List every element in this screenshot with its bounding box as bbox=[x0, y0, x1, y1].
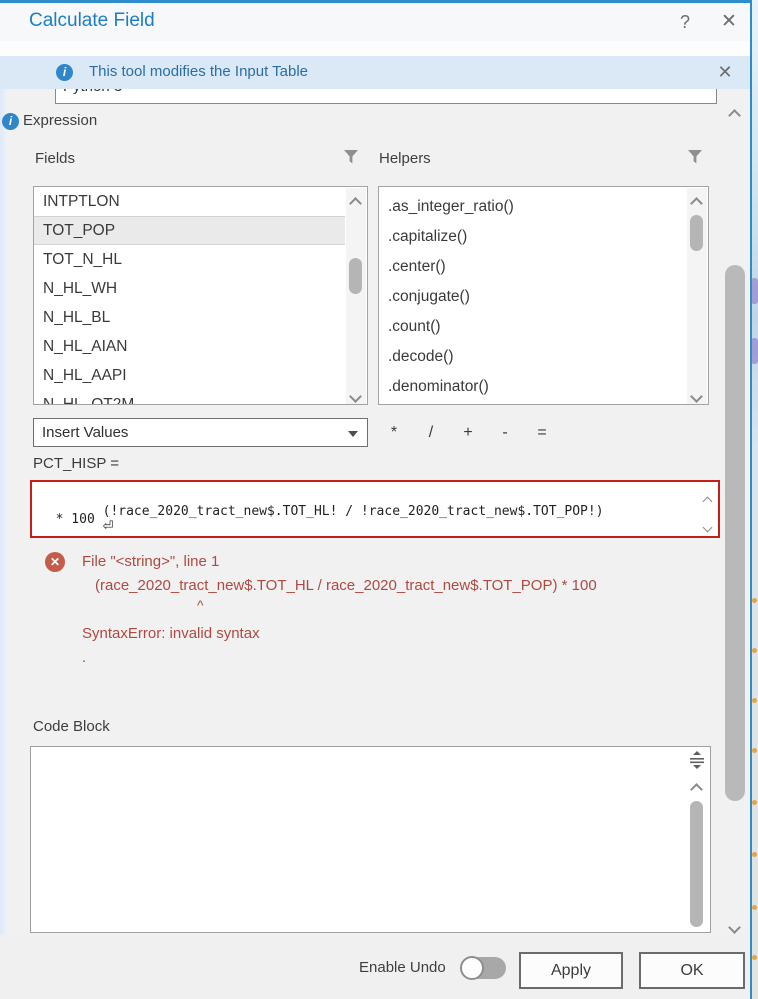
map-feature bbox=[751, 338, 758, 364]
insert-values-label: Insert Values bbox=[42, 424, 128, 441]
pane-scrollbar-thumb[interactable] bbox=[725, 265, 745, 801]
error-trailing-dot: . bbox=[82, 649, 86, 666]
error-code-line: (race_2020_tract_new$.TOT_HL / race_2020… bbox=[95, 577, 597, 594]
field-item[interactable]: INTPTLON bbox=[34, 187, 345, 216]
equals-operator-button[interactable]: = bbox=[531, 422, 553, 444]
code-scrollbar-thumb[interactable] bbox=[690, 801, 703, 927]
code-block-label: Code Block bbox=[33, 718, 110, 735]
left-edge-strip bbox=[0, 89, 7, 935]
title-bar: Calculate Field ? ✕ bbox=[0, 3, 750, 41]
fields-filter-icon[interactable] bbox=[342, 148, 360, 166]
divide-operator-button[interactable]: / bbox=[420, 422, 442, 444]
toggle-knob[interactable] bbox=[460, 956, 484, 980]
plus-operator-button[interactable]: + bbox=[457, 422, 479, 444]
operator-buttons: * / + - = bbox=[383, 422, 553, 444]
field-item[interactable]: N_HL_AAPI bbox=[34, 361, 345, 390]
pane-scrollbar[interactable] bbox=[722, 97, 748, 933]
line-wrap-icon: ⏎ bbox=[103, 519, 114, 534]
error-icon: ✕ bbox=[45, 552, 65, 572]
map-point bbox=[752, 955, 757, 960]
field-item-selected[interactable]: TOT_POP bbox=[34, 216, 345, 245]
resize-handle-icon[interactable] bbox=[687, 750, 707, 770]
expression-input[interactable]: (!race_2020_tract_new$.TOT_HL! / !race_2… bbox=[30, 480, 720, 538]
field-item[interactable]: N_HL_BL bbox=[34, 303, 345, 332]
field-item[interactable]: N_HL_WH bbox=[34, 274, 345, 303]
expression-section-label: Expression bbox=[23, 112, 97, 129]
helpers-label: Helpers bbox=[379, 150, 431, 167]
helper-item[interactable]: .conjugate() bbox=[379, 282, 686, 312]
scroll-down-icon[interactable] bbox=[690, 390, 703, 403]
title-divider bbox=[0, 41, 750, 56]
enable-undo-toggle[interactable] bbox=[461, 957, 506, 979]
map-point bbox=[752, 698, 757, 703]
expression-text-line2: * 100 bbox=[40, 512, 95, 527]
info-icon: i bbox=[56, 64, 73, 81]
map-feature bbox=[751, 278, 758, 304]
scroll-up-icon[interactable] bbox=[690, 197, 703, 210]
map-point bbox=[752, 852, 757, 857]
scroll-up-icon[interactable] bbox=[690, 783, 703, 796]
code-block-input[interactable] bbox=[30, 746, 711, 933]
helper-item[interactable]: .capitalize() bbox=[379, 222, 686, 252]
expression-text-line1: (!race_2020_tract_new$.TOT_HL! / !race_2… bbox=[103, 504, 604, 519]
helpers-scrollbar[interactable] bbox=[687, 188, 707, 405]
helper-item[interactable]: .count() bbox=[379, 312, 686, 342]
expression-language-combo[interactable]: Python 3 bbox=[55, 89, 717, 104]
scroll-down-icon[interactable] bbox=[349, 390, 362, 403]
fields-scrollbar[interactable] bbox=[346, 188, 366, 405]
map-point bbox=[752, 748, 757, 753]
helper-item[interactable]: .center() bbox=[379, 252, 686, 282]
calculate-field-dialog: Calculate Field ? ✕ i This tool modifies… bbox=[0, 0, 752, 999]
map-point bbox=[752, 905, 757, 910]
helper-item[interactable]: .denominator() bbox=[379, 372, 686, 402]
ok-button[interactable]: OK bbox=[639, 952, 745, 989]
helpers-filter-icon[interactable] bbox=[686, 148, 704, 166]
help-icon[interactable]: ? bbox=[672, 9, 698, 35]
dialog-body: Python 3 i Expression Fields Helpers INT… bbox=[0, 89, 750, 935]
minus-operator-button[interactable]: - bbox=[494, 422, 516, 444]
expression-info-icon: i bbox=[2, 113, 19, 130]
helpers-scrollbar-thumb[interactable] bbox=[690, 215, 703, 251]
banner-message: This tool modifies the Input Table bbox=[89, 63, 308, 80]
scroll-up-icon[interactable] bbox=[728, 109, 741, 122]
chevron-down-icon bbox=[348, 431, 358, 437]
apply-button[interactable]: Apply bbox=[519, 952, 623, 989]
helper-item[interactable]: .decode() bbox=[379, 342, 686, 372]
info-banner: i This tool modifies the Input Table ✕ bbox=[0, 56, 750, 89]
fields-scrollbar-thumb[interactable] bbox=[349, 258, 362, 294]
fields-list: INTPTLON TOT_POP TOT_N_HL N_HL_WH N_HL_B… bbox=[33, 186, 368, 405]
scroll-down-icon[interactable] bbox=[728, 921, 741, 934]
fields-label: Fields bbox=[35, 150, 75, 167]
banner-close-icon[interactable]: ✕ bbox=[713, 60, 737, 84]
close-icon[interactable]: ✕ bbox=[716, 9, 742, 35]
expression-language-value: Python 3 bbox=[56, 89, 716, 95]
enable-undo-label: Enable Undo bbox=[359, 959, 446, 976]
field-item[interactable]: N_HL_AIAN bbox=[34, 332, 345, 361]
insert-values-dropdown[interactable]: Insert Values bbox=[33, 418, 368, 447]
scroll-up-icon[interactable] bbox=[349, 197, 362, 210]
assignment-target-label: PCT_HISP = bbox=[33, 455, 119, 472]
field-item-partial[interactable]: N_HL_OT2M bbox=[34, 390, 345, 405]
multiply-operator-button[interactable]: * bbox=[383, 422, 405, 444]
helpers-list: .as_integer_ratio() .capitalize() .cente… bbox=[378, 186, 709, 405]
field-item[interactable]: TOT_N_HL bbox=[34, 245, 345, 274]
code-block-scrollbar[interactable] bbox=[687, 773, 707, 931]
map-point bbox=[752, 598, 757, 603]
map-point bbox=[752, 800, 757, 805]
dialog-title: Calculate Field bbox=[29, 10, 155, 32]
footer-bar: Enable Undo Apply OK bbox=[0, 935, 750, 999]
error-syntax-message: SyntaxError: invalid syntax bbox=[82, 625, 260, 642]
error-file-line: File "<string>", line 1 bbox=[82, 553, 219, 570]
error-caret: ^ bbox=[197, 597, 204, 613]
helper-item-partial[interactable]: .encode() bbox=[379, 402, 686, 405]
map-point bbox=[752, 648, 757, 653]
helper-item[interactable]: .as_integer_ratio() bbox=[379, 192, 686, 222]
scroll-down-icon[interactable] bbox=[703, 523, 713, 533]
scroll-up-icon[interactable] bbox=[703, 497, 713, 507]
